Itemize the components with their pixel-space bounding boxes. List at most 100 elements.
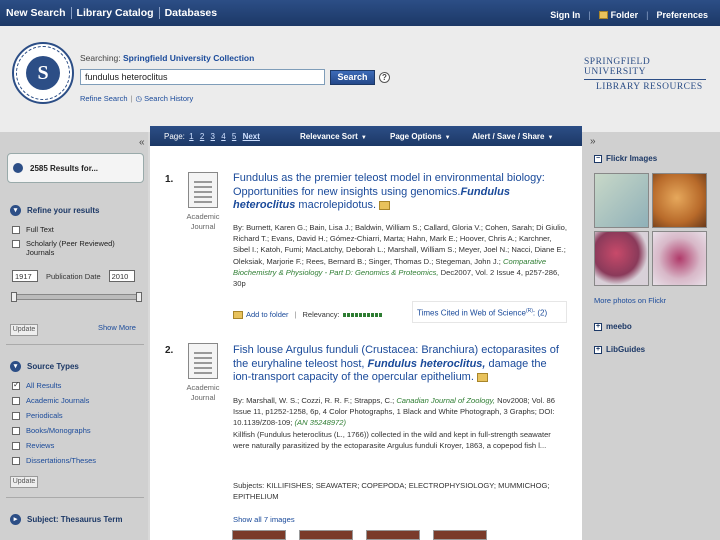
source-type-dissertations[interactable]: Dissertations/Theses	[12, 456, 96, 465]
checkbox[interactable]	[12, 226, 20, 234]
checkbox[interactable]	[12, 427, 20, 435]
collapse-left-icon[interactable]: «	[139, 137, 145, 148]
checkbox[interactable]	[12, 442, 20, 450]
image-thumbnail[interactable]	[232, 530, 286, 540]
refine-option-full-text[interactable]: Full Text	[12, 225, 54, 234]
times-cited-link[interactable]: Times Cited in Web of Science(R): (2)	[412, 301, 567, 323]
source-type-reviews[interactable]: Reviews	[12, 441, 54, 450]
help-icon[interactable]: ?	[379, 72, 390, 83]
folder-icon[interactable]	[233, 310, 243, 319]
page-4-link[interactable]: 4	[219, 132, 227, 141]
checkbox[interactable]	[12, 457, 20, 465]
publication-date-label: Publication Date	[46, 271, 101, 281]
result-details: By: Marshall, W. S.; Cozzi, R. R. F.; St…	[233, 395, 568, 451]
divider: |	[646, 10, 649, 20]
next-page-link[interactable]: Next	[241, 132, 262, 141]
date-to-input[interactable]: 2010	[108, 270, 135, 282]
page-2-link[interactable]: 2	[198, 132, 206, 141]
collapse-circle-icon: ▾	[10, 361, 21, 372]
result-title-link[interactable]: Fundulus as the premier teleost model in…	[233, 172, 568, 213]
flickr-image[interactable]	[652, 231, 707, 286]
accession-number: (AN 35248972)	[294, 418, 347, 428]
divider	[6, 344, 144, 345]
folder-link[interactable]: Folder	[611, 10, 639, 20]
nav-library-catalog[interactable]: Library Catalog	[72, 7, 160, 19]
sign-in-link[interactable]: Sign In	[550, 10, 580, 20]
library-resources-logo: SPRINGFIELD UNIVERSITY LIBRARY RESOURCES	[584, 57, 706, 92]
results-count-box[interactable]: 2585 Results for...	[7, 153, 144, 183]
checkbox[interactable]	[12, 397, 20, 405]
alert-save-share-menu[interactable]: Alert / Save / Share ▼	[472, 132, 553, 141]
academic-journal-icon[interactable]	[188, 172, 224, 214]
search-input[interactable]	[80, 69, 325, 85]
subject-thesaurus-heading[interactable]: ▸ Subject: Thesaurus Term	[10, 514, 122, 525]
result-image-thumbnails	[232, 530, 487, 540]
update-button[interactable]: Update	[10, 324, 38, 336]
add-to-folder-link[interactable]: Add to folder	[246, 310, 289, 319]
result-journal[interactable]: Canadian Journal of Zoology,	[394, 396, 495, 405]
times-cited-count: : (2)	[532, 308, 548, 318]
checkbox-checked[interactable]	[12, 380, 20, 390]
source-type-periodicals[interactable]: Periodicals	[12, 411, 63, 420]
full-text-icon[interactable]	[476, 372, 488, 382]
page-1-link[interactable]: 1	[187, 132, 195, 141]
image-thumbnail[interactable]	[299, 530, 353, 540]
nav-databases[interactable]: Databases	[160, 7, 223, 19]
refine-search-link[interactable]: Refine Search	[80, 94, 128, 103]
search-sublinks: Refine Search | ◷ Search History	[80, 94, 193, 103]
subjects-text[interactable]: Subjects: KILLIFISHES; SEAWATER; COPEPOD…	[233, 481, 550, 501]
page-3-link[interactable]: 3	[209, 132, 217, 141]
checkbox[interactable]	[12, 240, 20, 248]
menu-label: Alert / Save / Share	[472, 132, 545, 141]
expand-icon	[13, 163, 23, 173]
result-title-link[interactable]: Fish louse Argulus funduli (Crustacea: B…	[233, 344, 568, 385]
page-options-menu[interactable]: Page Options ▼	[390, 132, 451, 141]
preferences-link[interactable]: Preferences	[656, 10, 708, 20]
flickr-image[interactable]	[594, 173, 649, 228]
nav-new-search[interactable]: New Search	[6, 7, 72, 19]
flickr-images-heading[interactable]: − Flickr Images	[594, 154, 657, 163]
result-number: 1.	[165, 174, 174, 185]
menu-label: Relevance Sort	[300, 132, 358, 141]
image-thumbnail[interactable]	[433, 530, 487, 540]
result-subjects: Subjects: KILLIFISHES; SEAWATER; COPEPOD…	[233, 480, 568, 502]
slider-handle-start[interactable]	[11, 292, 17, 302]
result-doc-type: Academic Journal	[186, 212, 220, 231]
source-type-academic-journals[interactable]: Academic Journals	[12, 396, 89, 405]
flickr-image[interactable]	[652, 173, 707, 228]
collapse-right-icon[interactable]: »	[590, 136, 596, 147]
subject-heading-label: Subject: Thesaurus Term	[27, 515, 123, 524]
meebo-heading[interactable]: + meebo	[594, 322, 632, 331]
full-text-icon[interactable]	[379, 200, 391, 210]
date-from-input[interactable]: 1917	[12, 270, 38, 282]
relevance-sort-menu[interactable]: Relevance Sort ▼	[300, 132, 367, 141]
image-thumbnail[interactable]	[366, 530, 420, 540]
source-type-books[interactable]: Books/Monographs	[12, 426, 91, 435]
flickr-image[interactable]	[594, 231, 649, 286]
university-seal-logo: S	[12, 42, 74, 104]
slider-handle-end[interactable]	[136, 292, 142, 302]
source-types-heading[interactable]: ▾ Source Types	[10, 361, 79, 372]
top-nav: New Search Library Catalog Databases	[6, 7, 222, 19]
source-type-all-results[interactable]: All Results	[12, 380, 62, 390]
page-5-link[interactable]: 5	[230, 132, 238, 141]
results-count: 2585 Results for...	[30, 164, 99, 173]
checkbox[interactable]	[12, 412, 20, 420]
more-photos-link[interactable]: More photos on Flickr	[594, 296, 666, 305]
option-label: Dissertations/Theses	[26, 456, 97, 465]
publication-date-row: 1917 Publication Date 2010	[12, 270, 135, 282]
search-history-link[interactable]: Search History	[144, 94, 193, 103]
collection-name[interactable]: Springfield University Collection	[123, 53, 254, 63]
date-range-slider[interactable]	[11, 292, 142, 302]
refine-option-scholarly[interactable]: Scholarly (Peer Reviewed) Journals	[12, 239, 137, 257]
option-label: All Results	[26, 381, 62, 390]
show-images-link[interactable]: Show all 7 images	[233, 514, 295, 525]
refine-results-heading[interactable]: ▾ Refine your results	[10, 205, 99, 216]
show-more-link[interactable]: Show More	[98, 323, 136, 332]
libguides-heading[interactable]: + LibGuides	[594, 345, 645, 354]
academic-journal-icon[interactable]	[188, 343, 224, 385]
result-actions: Add to folder | Relevancy:	[233, 310, 383, 319]
update-button[interactable]: Update	[10, 476, 38, 488]
expand-square-icon: +	[594, 345, 602, 354]
search-button[interactable]: Search	[330, 70, 375, 85]
